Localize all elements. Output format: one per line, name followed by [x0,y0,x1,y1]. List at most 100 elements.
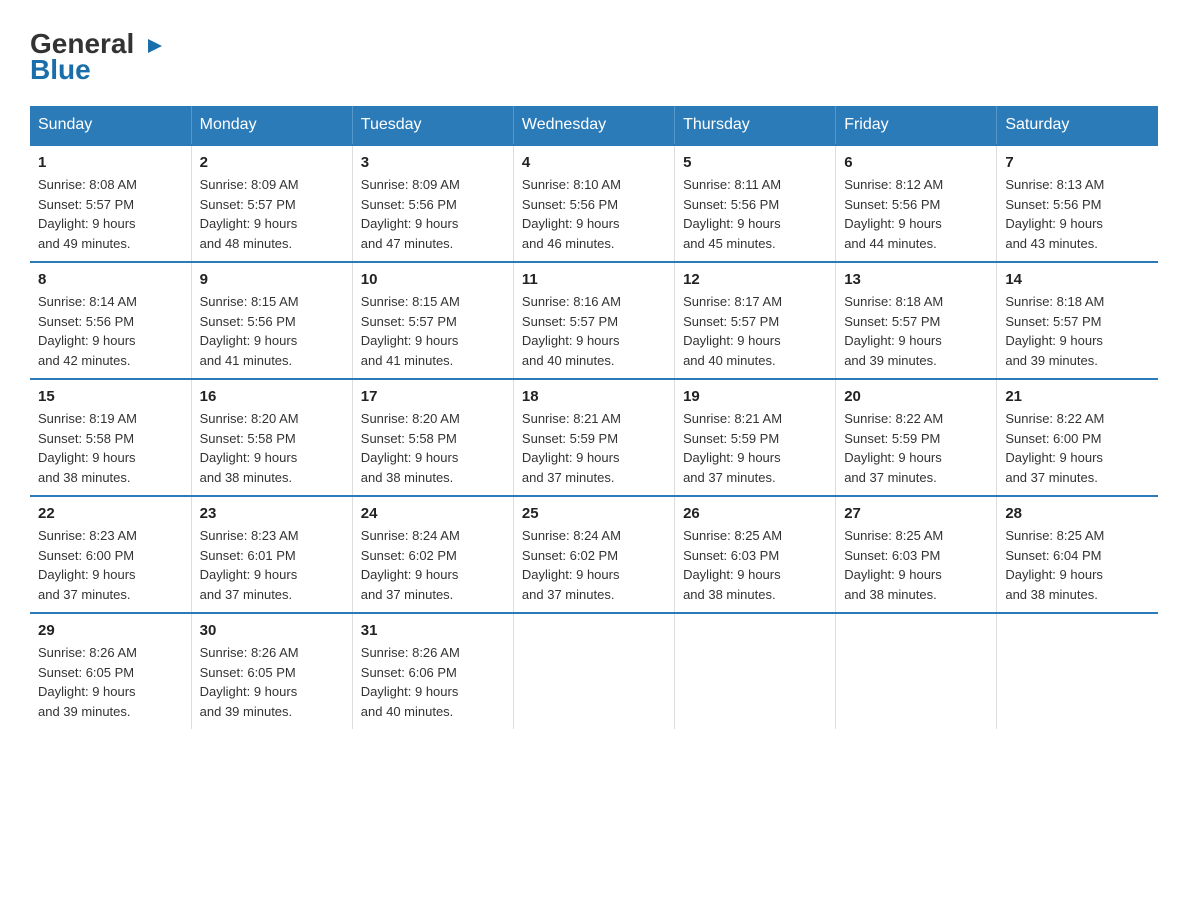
day-info: Sunrise: 8:23 AM Sunset: 6:01 PM Dayligh… [200,526,344,604]
header-monday: Monday [191,106,352,145]
day-info: Sunrise: 8:26 AM Sunset: 6:06 PM Dayligh… [361,643,505,721]
day-info: Sunrise: 8:16 AM Sunset: 5:57 PM Dayligh… [522,292,666,370]
page-header: General Blue [30,30,1158,86]
calendar-cell: 9 Sunrise: 8:15 AM Sunset: 5:56 PM Daylig… [191,262,352,379]
calendar-week-5: 29Sunrise: 8:26 AM Sunset: 6:05 PM Dayli… [30,613,1158,729]
calendar-cell [513,613,674,729]
calendar-table: SundayMondayTuesdayWednesdayThursdayFrid… [30,106,1158,729]
day-number: 14 [1005,271,1150,288]
calendar-cell: 24 Sunrise: 8:24 AM Sunset: 6:02 PM Dayli… [352,496,513,613]
day-info: Sunrise: 8:09 AM Sunset: 5:56 PM Dayligh… [361,175,505,253]
calendar-cell: 4 Sunrise: 8:10 AM Sunset: 5:56 PM Daylig… [513,145,674,262]
calendar-cell: 1 Sunrise: 8:08 AM Sunset: 5:57 PM Daylig… [30,145,191,262]
day-number: 24 [361,505,505,522]
day-number: 20 [844,388,988,405]
day-number: 9 [200,271,344,288]
day-info: Sunrise: 8:12 AM Sunset: 5:56 PM Dayligh… [844,175,988,253]
day-info: Sunrise: 8:23 AM Sunset: 6:00 PM Dayligh… [38,526,183,604]
day-info: Sunrise: 8:21 AM Sunset: 5:59 PM Dayligh… [522,409,666,487]
day-info: Sunrise: 8:20 AM Sunset: 5:58 PM Dayligh… [361,409,505,487]
calendar-cell: 31 Sunrise: 8:26 AM Sunset: 6:06 PM Dayli… [352,613,513,729]
calendar-cell [836,613,997,729]
calendar-week-3: 15 Sunrise: 8:19 AM Sunset: 5:58 PM Dayli… [30,379,1158,496]
day-info: Sunrise: 8:08 AM Sunset: 5:57 PM Dayligh… [38,175,183,253]
day-number: 27 [844,505,988,522]
day-info: Sunrise: 8:26 AM Sunset: 6:05 PM Dayligh… [38,643,183,721]
day-number: 3 [361,154,505,171]
day-info: Sunrise: 8:13 AM Sunset: 5:56 PM Dayligh… [1005,175,1150,253]
day-number: 21 [1005,388,1150,405]
day-number: 13 [844,271,988,288]
calendar-cell: 7 Sunrise: 8:13 AM Sunset: 5:56 PM Daylig… [997,145,1158,262]
day-info: Sunrise: 8:11 AM Sunset: 5:56 PM Dayligh… [683,175,827,253]
calendar-cell: 16Sunrise: 8:20 AM Sunset: 5:58 PM Dayli… [191,379,352,496]
day-number: 25 [522,505,666,522]
header-thursday: Thursday [675,106,836,145]
day-info: Sunrise: 8:18 AM Sunset: 5:57 PM Dayligh… [844,292,988,370]
calendar-cell: 27 Sunrise: 8:25 AM Sunset: 6:03 PM Dayli… [836,496,997,613]
calendar-cell: 28 Sunrise: 8:25 AM Sunset: 6:04 PM Dayli… [997,496,1158,613]
calendar-cell: 29Sunrise: 8:26 AM Sunset: 6:05 PM Dayli… [30,613,191,729]
day-number: 15 [38,388,183,405]
calendar-cell [675,613,836,729]
day-info: Sunrise: 8:25 AM Sunset: 6:03 PM Dayligh… [844,526,988,604]
calendar-cell: 23Sunrise: 8:23 AM Sunset: 6:01 PM Dayli… [191,496,352,613]
day-number: 1 [38,154,183,171]
day-number: 16 [200,388,344,405]
calendar-cell [997,613,1158,729]
day-number: 28 [1005,505,1150,522]
calendar-cell: 12Sunrise: 8:17 AM Sunset: 5:57 PM Dayli… [675,262,836,379]
header-wednesday: Wednesday [513,106,674,145]
day-info: Sunrise: 8:22 AM Sunset: 6:00 PM Dayligh… [1005,409,1150,487]
day-number: 6 [844,154,988,171]
calendar-cell: 15 Sunrise: 8:19 AM Sunset: 5:58 PM Dayli… [30,379,191,496]
day-number: 31 [361,622,505,639]
day-info: Sunrise: 8:24 AM Sunset: 6:02 PM Dayligh… [361,526,505,604]
day-info: Sunrise: 8:14 AM Sunset: 5:56 PM Dayligh… [38,292,183,370]
calendar-week-4: 22 Sunrise: 8:23 AM Sunset: 6:00 PM Dayli… [30,496,1158,613]
day-info: Sunrise: 8:10 AM Sunset: 5:56 PM Dayligh… [522,175,666,253]
calendar-cell: 26 Sunrise: 8:25 AM Sunset: 6:03 PM Dayli… [675,496,836,613]
calendar-cell: 18 Sunrise: 8:21 AM Sunset: 5:59 PM Dayli… [513,379,674,496]
day-info: Sunrise: 8:19 AM Sunset: 5:58 PM Dayligh… [38,409,183,487]
calendar-cell: 3 Sunrise: 8:09 AM Sunset: 5:56 PM Daylig… [352,145,513,262]
calendar-header-row: SundayMondayTuesdayWednesdayThursdayFrid… [30,106,1158,145]
header-saturday: Saturday [997,106,1158,145]
day-info: Sunrise: 8:25 AM Sunset: 6:04 PM Dayligh… [1005,526,1150,604]
calendar-cell: 17 Sunrise: 8:20 AM Sunset: 5:58 PM Dayli… [352,379,513,496]
day-info: Sunrise: 8:21 AM Sunset: 5:59 PM Dayligh… [683,409,827,487]
day-number: 4 [522,154,666,171]
calendar-cell: 19 Sunrise: 8:21 AM Sunset: 5:59 PM Dayli… [675,379,836,496]
day-info: Sunrise: 8:25 AM Sunset: 6:03 PM Dayligh… [683,526,827,604]
day-number: 17 [361,388,505,405]
day-info: Sunrise: 8:15 AM Sunset: 5:56 PM Dayligh… [200,292,344,370]
calendar-cell: 11Sunrise: 8:16 AM Sunset: 5:57 PM Dayli… [513,262,674,379]
day-number: 2 [200,154,344,171]
day-number: 18 [522,388,666,405]
calendar-cell: 5Sunrise: 8:11 AM Sunset: 5:56 PM Daylig… [675,145,836,262]
calendar-cell: 14 Sunrise: 8:18 AM Sunset: 5:57 PM Dayli… [997,262,1158,379]
day-info: Sunrise: 8:24 AM Sunset: 6:02 PM Dayligh… [522,526,666,604]
logo: General Blue [30,30,166,86]
day-number: 22 [38,505,183,522]
calendar-cell: 6 Sunrise: 8:12 AM Sunset: 5:56 PM Daylig… [836,145,997,262]
day-info: Sunrise: 8:17 AM Sunset: 5:57 PM Dayligh… [683,292,827,370]
calendar-cell: 21 Sunrise: 8:22 AM Sunset: 6:00 PM Dayli… [997,379,1158,496]
calendar-cell: 22 Sunrise: 8:23 AM Sunset: 6:00 PM Dayli… [30,496,191,613]
calendar-cell: 20Sunrise: 8:22 AM Sunset: 5:59 PM Dayli… [836,379,997,496]
day-number: 19 [683,388,827,405]
calendar-week-1: 1 Sunrise: 8:08 AM Sunset: 5:57 PM Daylig… [30,145,1158,262]
logo-blue-text: Blue [30,54,91,86]
day-number: 26 [683,505,827,522]
day-number: 8 [38,271,183,288]
header-sunday: Sunday [30,106,191,145]
calendar-cell: 30Sunrise: 8:26 AM Sunset: 6:05 PM Dayli… [191,613,352,729]
day-number: 10 [361,271,505,288]
header-tuesday: Tuesday [352,106,513,145]
day-number: 7 [1005,154,1150,171]
day-number: 30 [200,622,344,639]
calendar-cell: 2Sunrise: 8:09 AM Sunset: 5:57 PM Daylig… [191,145,352,262]
day-info: Sunrise: 8:15 AM Sunset: 5:57 PM Dayligh… [361,292,505,370]
day-info: Sunrise: 8:18 AM Sunset: 5:57 PM Dayligh… [1005,292,1150,370]
calendar-cell: 10 Sunrise: 8:15 AM Sunset: 5:57 PM Dayli… [352,262,513,379]
